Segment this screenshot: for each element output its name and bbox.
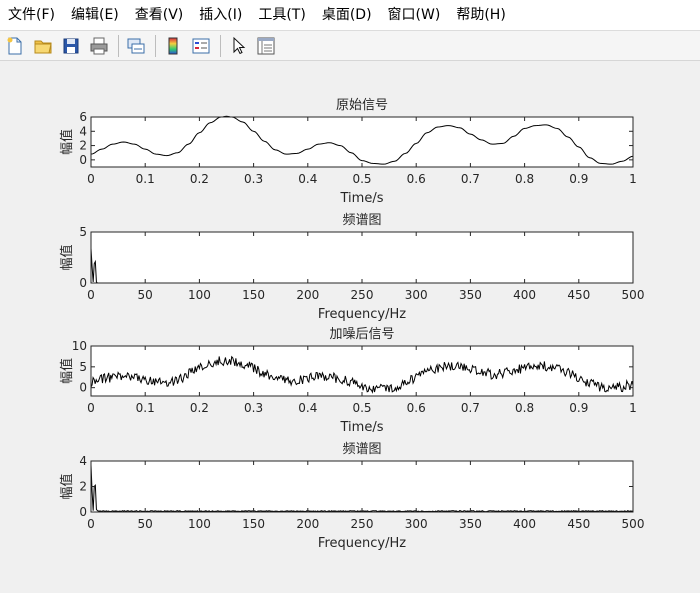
y-axis-label: 幅值 <box>59 244 75 270</box>
axes-title: 频谱图 <box>342 442 381 457</box>
axes-background <box>91 461 633 512</box>
x-tick-label: 200 <box>296 288 319 302</box>
x-axis-label: Time/s <box>340 420 384 435</box>
x-tick-label: 1 <box>629 172 637 186</box>
x-tick-label: 0 <box>87 172 95 186</box>
x-tick-label: 0.7 <box>461 172 480 186</box>
y-tick-label: 0 <box>79 505 87 519</box>
y-tick-label: 5 <box>79 225 87 239</box>
menu-file[interactable]: 文件(F) <box>0 0 63 30</box>
link-icon[interactable] <box>123 33 149 59</box>
new-figure-icon[interactable] <box>2 33 28 59</box>
axes-3: 0 0.1 0.2 0.3 0.4 0.5 0.6 0.7 0.8 0.9 10510加噪后信号Ti… <box>59 327 637 435</box>
x-tick-label: 400 <box>513 288 536 302</box>
print-icon[interactable] <box>86 33 112 59</box>
x-tick-label: 0.3 <box>244 401 263 415</box>
x-tick-label: 0.7 <box>461 401 480 415</box>
save-icon[interactable] <box>58 33 84 59</box>
legend-icon[interactable] <box>188 33 214 59</box>
x-tick-label: 0 <box>87 288 95 302</box>
x-tick-label: 150 <box>242 288 265 302</box>
x-tick-label: 0.1 <box>136 401 155 415</box>
axes-background <box>91 117 633 167</box>
x-tick-label: 300 <box>405 517 428 531</box>
y-axis-label: 幅值 <box>59 473 75 499</box>
pointer-icon[interactable] <box>225 33 251 59</box>
x-tick-label: 0.8 <box>515 401 534 415</box>
property-inspector-icon[interactable] <box>253 33 279 59</box>
y-tick-label: 4 <box>79 124 87 138</box>
x-tick-label: 0.1 <box>136 172 155 186</box>
x-tick-label: 0.2 <box>190 172 209 186</box>
x-tick-label: 0.2 <box>190 401 209 415</box>
menu-bar: 文件(F) 编辑(E) 查看(V) 插入(I) 工具(T) 桌面(D) 窗口(W… <box>0 0 700 31</box>
toolbar-separator <box>155 34 156 57</box>
menu-help[interactable]: 帮助(H) <box>448 0 513 30</box>
figure-area: 0 0.1 0.2 0.3 0.4 0.5 0.6 0.7 0.8 0.9 1 0 2 4 6 原始信号 Tim… <box>0 62 700 589</box>
x-tick-label: 500 <box>622 288 645 302</box>
menu-view[interactable]: 查看(V) <box>127 0 192 30</box>
x-tick-label: 0 <box>87 401 95 415</box>
x-axis-label: Frequency/Hz <box>318 536 406 551</box>
x-tick-label: 0.9 <box>569 401 588 415</box>
x-tick-label: 100 <box>188 517 211 531</box>
x-tick-label: 0.8 <box>515 172 534 186</box>
x-tick-label: 0.6 <box>407 172 426 186</box>
x-tick-label: 0.4 <box>298 172 317 186</box>
x-tick-label: 1 <box>629 401 637 415</box>
toolbar-separator <box>220 34 221 57</box>
x-tick-label: 0.5 <box>352 172 371 186</box>
open-file-icon[interactable] <box>30 33 56 59</box>
axes-4: 0 50 100 150 200 250 300 350 400 450 500 0 2 4 频谱图 Freq… <box>59 442 644 551</box>
toolbar <box>0 31 700 61</box>
menu-desktop[interactable]: 桌面(D) <box>314 0 380 30</box>
y-tick-label: 0 <box>79 276 87 290</box>
axes-title: 加噪后信号 <box>329 327 394 342</box>
axes-title: 原始信号 <box>336 98 388 113</box>
x-tick-label: 0.3 <box>244 172 263 186</box>
y-tick-label: 0 <box>79 381 87 395</box>
x-tick-label: 50 <box>138 288 153 302</box>
y-tick-label: 6 <box>79 110 87 124</box>
x-tick-label: 250 <box>351 288 374 302</box>
y-axis-label: 幅值 <box>59 358 75 384</box>
x-tick-label: 0.6 <box>407 401 426 415</box>
y-tick-label: 2 <box>79 480 87 494</box>
menu-edit[interactable]: 编辑(E) <box>63 0 127 30</box>
menu-insert[interactable]: 插入(I) <box>191 0 250 30</box>
figure-canvas: 0 0.1 0.2 0.3 0.4 0.5 0.6 0.7 0.8 0.9 10246原始信号Tim… <box>59 98 644 551</box>
axes-title: 频谱图 <box>342 213 381 228</box>
x-tick-label: 50 <box>138 517 153 531</box>
x-axis-label: Time/s <box>340 191 384 206</box>
x-tick-label: 350 <box>459 288 482 302</box>
y-tick-label: 10 <box>72 339 87 353</box>
x-tick-label: 300 <box>405 288 428 302</box>
x-tick-label: 450 <box>567 288 590 302</box>
menu-tools[interactable]: 工具(T) <box>250 0 313 30</box>
x-tick-label: 150 <box>242 517 265 531</box>
x-tick-label: 400 <box>513 517 536 531</box>
menu-window[interactable]: 窗口(W) <box>380 0 449 30</box>
x-tick-label: 100 <box>188 288 211 302</box>
toolbar-separator <box>118 34 119 57</box>
x-axis-label: Frequency/Hz <box>318 307 406 322</box>
axes-1: 0 0.1 0.2 0.3 0.4 0.5 0.6 0.7 0.8 0.9 10246原始信号Tim… <box>59 98 637 206</box>
y-axis-label: 幅值 <box>59 129 75 155</box>
x-tick-label: 200 <box>296 517 319 531</box>
x-tick-label: 450 <box>567 517 590 531</box>
x-tick-label: 0.5 <box>352 401 371 415</box>
x-tick-label: 500 <box>622 517 645 531</box>
y-tick-label: 0 <box>79 153 87 167</box>
y-tick-label: 4 <box>79 454 87 468</box>
x-tick-label: 0 <box>87 517 95 531</box>
axes-2: 0 50 100 150 200 250 300 350 400 450 500 0 5 频谱图 Frequ… <box>59 213 644 322</box>
axes-background <box>91 232 633 283</box>
y-tick-label: 2 <box>79 139 87 153</box>
colorbar-icon[interactable] <box>160 33 186 59</box>
x-tick-label: 0.4 <box>298 401 317 415</box>
y-tick-label: 5 <box>79 360 87 374</box>
x-tick-label: 0.9 <box>569 172 588 186</box>
x-tick-label: 350 <box>459 517 482 531</box>
x-tick-label: 250 <box>351 517 374 531</box>
